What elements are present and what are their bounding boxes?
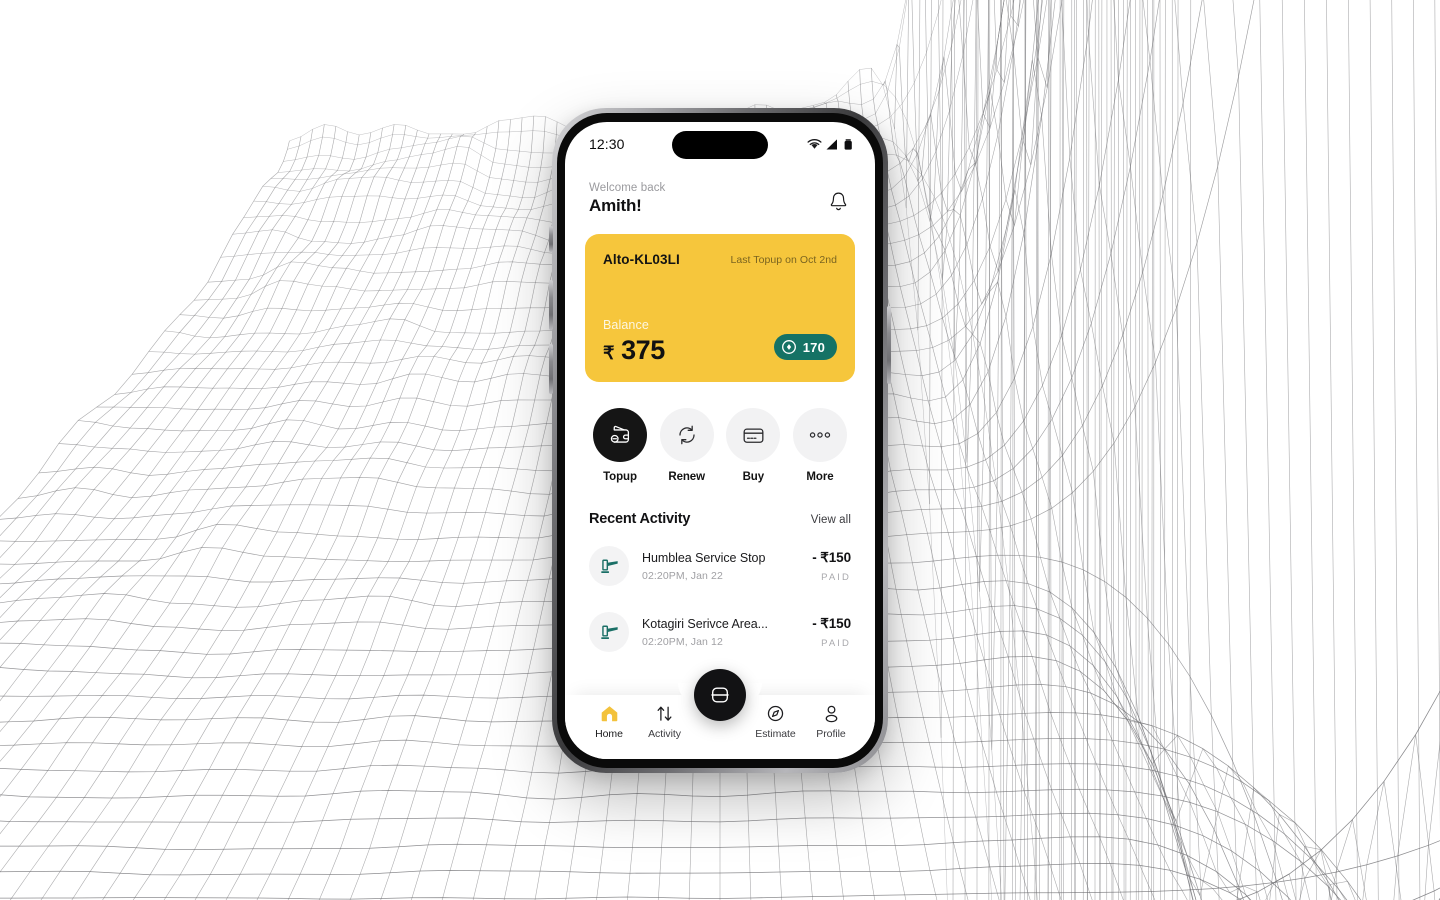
activity-timestamp: 02:20PM, Jan 22 <box>642 569 723 582</box>
ellipsis-icon <box>809 432 831 438</box>
refresh-icon <box>678 425 695 445</box>
quick-action-topup[interactable]: Topup <box>591 408 649 483</box>
greeting-block: Welcome back Amith! <box>589 182 665 216</box>
balance-card-top: Alto-KL03LI Last Topup on Oct 2nd <box>603 252 837 267</box>
nav-item-home[interactable]: Home <box>583 704 635 740</box>
cellular-signal-icon <box>826 138 837 149</box>
more-icon-circle <box>792 408 847 462</box>
activity-timestamp: 02:20PM, Jan 12 <box>642 635 723 648</box>
status-bar-icons <box>807 138 853 150</box>
activity-text-block: Humblea Service Stop 02:20PM, Jan 22 <box>642 551 799 582</box>
nav-label-activity: Activity <box>648 728 681 740</box>
activity-icon-circle <box>589 612 629 652</box>
activity-text-block: Kotagiri Serivce Area... 02:20PM, Jan 12 <box>642 617 799 648</box>
quick-action-more[interactable]: More <box>791 408 849 483</box>
activity-amount: - ₹150 <box>812 615 851 631</box>
activity-icon-circle <box>589 546 629 586</box>
last-topup-label: Last Topup on Oct 2nd <box>730 253 837 266</box>
activity-title: Humblea Service Stop <box>642 550 766 565</box>
reward-points-badge[interactable]: 170 <box>773 334 837 360</box>
topup-icon-circle <box>593 408 647 462</box>
bell-icon <box>830 192 846 210</box>
balance-card-wrapper: Alto-KL03LI Last Topup on Oct 2nd Balanc… <box>565 216 875 382</box>
nav-label-profile: Profile <box>816 728 846 740</box>
balance-label: Balance <box>603 318 649 332</box>
vehicle-id-label: Alto-KL03LI <box>603 252 680 267</box>
renew-label: Renew <box>668 471 705 483</box>
user-name: Amith! <box>589 196 642 215</box>
phone-screen: 12:30 Welcome back Amith! Alto-KL03LI La… <box>565 122 875 759</box>
balance-card[interactable]: Alto-KL03LI Last Topup on Oct 2nd Balanc… <box>585 234 855 382</box>
quick-actions-row: Topup Renew Buy More <box>565 382 875 483</box>
reward-points-value: 170 <box>802 339 825 355</box>
activity-status-badge: PAID <box>821 571 851 583</box>
volume-up-button[interactable] <box>549 280 553 330</box>
credit-card-icon <box>743 428 764 443</box>
recent-activity-header: Recent Activity View all <box>565 483 875 527</box>
bottom-navigation-bar: Home Activity Estimate Profile <box>565 669 875 759</box>
balance-block: Balance ₹ 375 <box>603 318 665 366</box>
mute-switch-button[interactable] <box>549 226 553 252</box>
battery-icon <box>844 138 852 150</box>
activity-status-badge: PAID <box>821 637 851 649</box>
toll-tag-icon <box>711 687 729 703</box>
compass-icon <box>767 705 784 722</box>
balance-card-bottom: Balance ₹ 375 170 <box>603 318 837 366</box>
activity-row[interactable]: Humblea Service Stop 02:20PM, Jan 22 - ₹… <box>587 533 853 599</box>
topup-label: Topup <box>603 471 637 483</box>
quick-action-buy[interactable]: Buy <box>724 408 782 483</box>
app-header: Welcome back Amith! <box>565 166 875 216</box>
activity-amount-block: - ₹150 PAID <box>812 616 851 649</box>
wifi-icon <box>807 138 822 149</box>
notifications-button[interactable] <box>823 186 853 216</box>
toll-gate-icon <box>600 559 618 573</box>
nav-item-estimate[interactable]: Estimate <box>750 704 802 740</box>
power-button[interactable] <box>887 306 891 384</box>
status-bar: 12:30 <box>565 122 875 166</box>
balance-value: 375 <box>621 335 665 365</box>
transfer-icon <box>657 706 672 721</box>
activity-amount-block: - ₹150 PAID <box>812 550 851 583</box>
currency-symbol: ₹ <box>603 343 615 363</box>
person-icon <box>825 705 837 723</box>
buy-icon-circle <box>726 408 781 462</box>
nav-item-activity[interactable]: Activity <box>639 704 691 740</box>
activity-row[interactable]: Kotagiri Serivce Area... 02:20PM, Jan 12… <box>587 599 853 665</box>
toll-gate-icon <box>600 625 618 639</box>
coin-icon <box>781 340 796 354</box>
wallet-icon <box>610 425 629 443</box>
renew-icon-circle <box>659 408 714 462</box>
balance-amount: ₹ 375 <box>603 335 665 366</box>
volume-down-button[interactable] <box>549 344 553 394</box>
more-label: More <box>806 471 834 483</box>
home-icon <box>601 706 617 722</box>
quick-action-renew[interactable]: Renew <box>658 408 716 483</box>
nav-label-home: Home <box>595 728 623 740</box>
buy-label: Buy <box>742 471 765 483</box>
screenshot-canvas: 12:30 Welcome back Amith! Alto-KL03LI La… <box>0 0 1440 900</box>
scan-tag-fab-button[interactable] <box>694 669 746 721</box>
phone-device-frame: 12:30 Welcome back Amith! Alto-KL03LI La… <box>549 108 891 773</box>
phone-bezel: 12:30 Welcome back Amith! Alto-KL03LI La… <box>557 113 883 768</box>
welcome-label: Welcome back <box>589 182 666 194</box>
recent-activity-title: Recent Activity <box>589 511 691 527</box>
activity-amount: - ₹150 <box>812 549 851 565</box>
nav-label-estimate: Estimate <box>755 728 796 740</box>
status-bar-time: 12:30 <box>589 136 625 152</box>
dynamic-island <box>672 131 768 159</box>
activity-title: Kotagiri Serivce Area... <box>642 616 768 631</box>
nav-item-profile[interactable]: Profile <box>805 704 857 740</box>
view-all-link[interactable]: View all <box>811 514 851 526</box>
